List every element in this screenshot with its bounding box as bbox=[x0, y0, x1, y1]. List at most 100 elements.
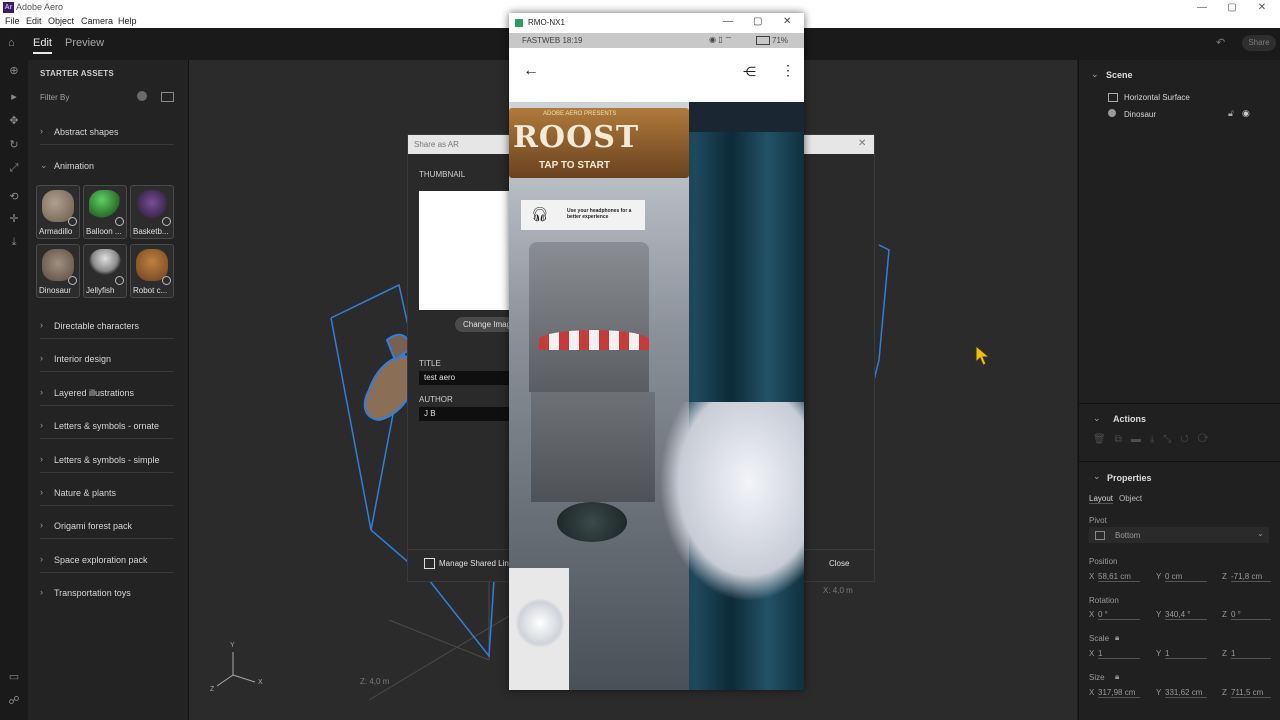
category-item[interactable]: › Letters & symbols - simple bbox=[40, 452, 174, 473]
scale-x-field[interactable]: 1 bbox=[1098, 649, 1140, 659]
ar-camera-view[interactable]: ADOBE AERO PRESENTS ROOST TAP TO START 🎧… bbox=[509, 102, 804, 690]
thumbnail-preview bbox=[419, 191, 514, 310]
minimize-button[interactable]: — bbox=[1187, 0, 1217, 15]
tab-preview[interactable]: Preview bbox=[65, 37, 104, 49]
roost-sign[interactable]: ADOBE AERO PRESENTS ROOST TAP TO START bbox=[509, 108, 689, 178]
drop-icon[interactable]: ⤓ bbox=[6, 236, 22, 250]
size-y-field[interactable]: 331,62 cm bbox=[1165, 688, 1207, 698]
rotation-y-field[interactable]: 340,4 ° bbox=[1165, 610, 1207, 620]
position-y-field[interactable]: 0 cm bbox=[1165, 572, 1207, 582]
category-abstract-shapes[interactable]: › Abstract shapes bbox=[40, 124, 174, 145]
category-item[interactable]: › Origami forest pack bbox=[40, 518, 174, 539]
menu-file[interactable]: File bbox=[5, 16, 20, 26]
chevron-down-icon[interactable]: ⌄ bbox=[1093, 413, 1101, 424]
duplicate-icon[interactable]: ⧉ bbox=[1115, 434, 1131, 445]
category-item[interactable]: › Nature & plants bbox=[40, 485, 174, 506]
tab-edit[interactable]: Edit bbox=[33, 37, 52, 54]
axis-z: Z bbox=[1222, 572, 1227, 581]
select-arrow-icon[interactable]: ▸ bbox=[6, 90, 22, 104]
category-item[interactable]: › Letters & symbols - ornate bbox=[40, 418, 174, 439]
title-input[interactable]: test aero bbox=[419, 371, 511, 385]
category-item[interactable]: › Interior design bbox=[40, 351, 174, 372]
camera-inset bbox=[509, 568, 569, 690]
external-link-icon[interactable] bbox=[424, 558, 435, 569]
scene-item-dinosaur[interactable]: Dinosaur bbox=[1124, 110, 1156, 119]
lock-icon[interactable]: 🔓︎ bbox=[1228, 108, 1234, 119]
chevron-down-icon[interactable]: ⌄ bbox=[1093, 471, 1101, 482]
pivot-select[interactable]: Bottom ⌄ bbox=[1089, 527, 1269, 543]
rotate-icon[interactable]: ↻ bbox=[6, 138, 22, 152]
battery-percent: 71% bbox=[772, 36, 789, 45]
menu-edit[interactable]: Edit bbox=[26, 16, 42, 26]
close-window-button[interactable]: ✕ bbox=[1247, 0, 1277, 15]
phone-status-bar: FASTWEB 18:19 ◉ ▯ ⌔ 71% bbox=[509, 33, 804, 48]
orbit-icon[interactable]: ⟲ bbox=[6, 190, 22, 204]
close-window-button[interactable]: ✕ bbox=[783, 16, 791, 27]
chevron-down-icon[interactable]: ⌄ bbox=[1091, 69, 1099, 80]
scale-y-field[interactable]: 1 bbox=[1165, 649, 1207, 659]
tab-object[interactable]: Object bbox=[1119, 494, 1142, 503]
add-asset-icon[interactable]: ⊕ bbox=[6, 64, 22, 78]
pivot-value: Bottom bbox=[1115, 531, 1141, 540]
menu-camera[interactable]: Camera bbox=[81, 16, 113, 26]
lock-icon[interactable]: 🔒︎ bbox=[1115, 633, 1119, 643]
share-button[interactable]: Share bbox=[1242, 35, 1276, 51]
chevron-right-icon: › bbox=[40, 454, 43, 464]
rotation-z-field[interactable]: 0 ° bbox=[1231, 610, 1271, 620]
scale-z-field[interactable]: 1 bbox=[1231, 649, 1271, 659]
menu-object[interactable]: Object bbox=[48, 16, 74, 26]
share-icon[interactable]: ⋲ bbox=[743, 64, 756, 80]
transform-icon[interactable]: ⟳ bbox=[1198, 434, 1218, 445]
download-icon[interactable]: ⤓ bbox=[1150, 434, 1163, 445]
axis-x: X bbox=[1089, 610, 1095, 619]
category-item[interactable]: › Layered illustrations bbox=[40, 385, 174, 406]
scale-icon[interactable]: ⤢ bbox=[6, 162, 22, 176]
asset-thumb[interactable]: Basketb... bbox=[130, 185, 174, 239]
position-x-field[interactable]: 58,61 cm bbox=[1098, 572, 1140, 582]
trash-icon[interactable]: 🗑︎ bbox=[1093, 434, 1115, 445]
back-arrow-icon[interactable]: ← bbox=[523, 62, 539, 80]
move-icon[interactable]: ✥ bbox=[6, 114, 22, 128]
group-icon[interactable]: ▬ bbox=[1131, 434, 1150, 445]
reset-icon[interactable]: ↺ bbox=[1180, 434, 1197, 445]
layers-icon[interactable]: ▭ bbox=[6, 670, 22, 684]
scene-item-surface[interactable]: Horizontal Surface bbox=[1124, 93, 1190, 102]
filter-3d-icon[interactable] bbox=[137, 91, 147, 101]
rotation-label: Rotation bbox=[1089, 596, 1119, 605]
expand-icon[interactable]: ⤡ bbox=[1163, 434, 1180, 445]
divider bbox=[1079, 403, 1280, 404]
category-item[interactable]: › Transportation toys bbox=[40, 585, 174, 605]
more-vert-icon[interactable]: ⋮ bbox=[781, 62, 795, 79]
home-icon[interactable]: ⌂ bbox=[8, 37, 20, 49]
lock-icon[interactable]: 🔒︎ bbox=[1115, 672, 1119, 682]
close-button[interactable]: Close bbox=[829, 559, 849, 568]
asset-thumb[interactable]: Balloon ... bbox=[83, 185, 127, 239]
category-item[interactable]: › Directable characters bbox=[40, 318, 174, 339]
category-animation[interactable]: ⌄ Animation bbox=[40, 158, 174, 178]
asset-thumb[interactable]: Armadillo bbox=[36, 185, 80, 239]
menu-help[interactable]: Help bbox=[118, 16, 137, 26]
asset-thumb[interactable]: Jellyfish bbox=[83, 244, 127, 298]
figure-icon[interactable]: ☍ bbox=[6, 694, 22, 708]
eye-icon[interactable]: ◉ bbox=[1242, 108, 1250, 119]
asset-thumb[interactable]: Dinosaur bbox=[36, 244, 80, 298]
position-z-field[interactable]: -71,8 cm bbox=[1231, 572, 1271, 582]
close-icon[interactable]: ✕ bbox=[858, 138, 866, 149]
maximize-button[interactable]: ▢ bbox=[1217, 0, 1247, 15]
category-item[interactable]: › Space exploration pack bbox=[40, 552, 174, 573]
filter-image-icon[interactable] bbox=[161, 92, 174, 102]
inset-cloud bbox=[515, 598, 565, 648]
size-x-field[interactable]: 317,98 cm bbox=[1098, 688, 1140, 698]
maximize-button[interactable]: ▢ bbox=[753, 16, 762, 27]
pan-icon[interactable]: ✛ bbox=[6, 212, 22, 226]
asset-thumb[interactable]: Robot c... bbox=[130, 244, 174, 298]
undo-icon[interactable]: ↶ bbox=[1216, 36, 1225, 49]
tab-layout[interactable]: Layout bbox=[1089, 494, 1114, 504]
size-label: Size bbox=[1089, 673, 1105, 682]
author-input[interactable]: J B bbox=[419, 407, 511, 421]
rotation-x-field[interactable]: 0 ° bbox=[1098, 610, 1140, 620]
chevron-right-icon: › bbox=[40, 387, 43, 397]
size-z-field[interactable]: 711,5 cm bbox=[1231, 688, 1271, 698]
manage-shared-links[interactable]: Manage Shared Links bbox=[439, 559, 517, 568]
minimize-button[interactable]: — bbox=[723, 16, 733, 27]
